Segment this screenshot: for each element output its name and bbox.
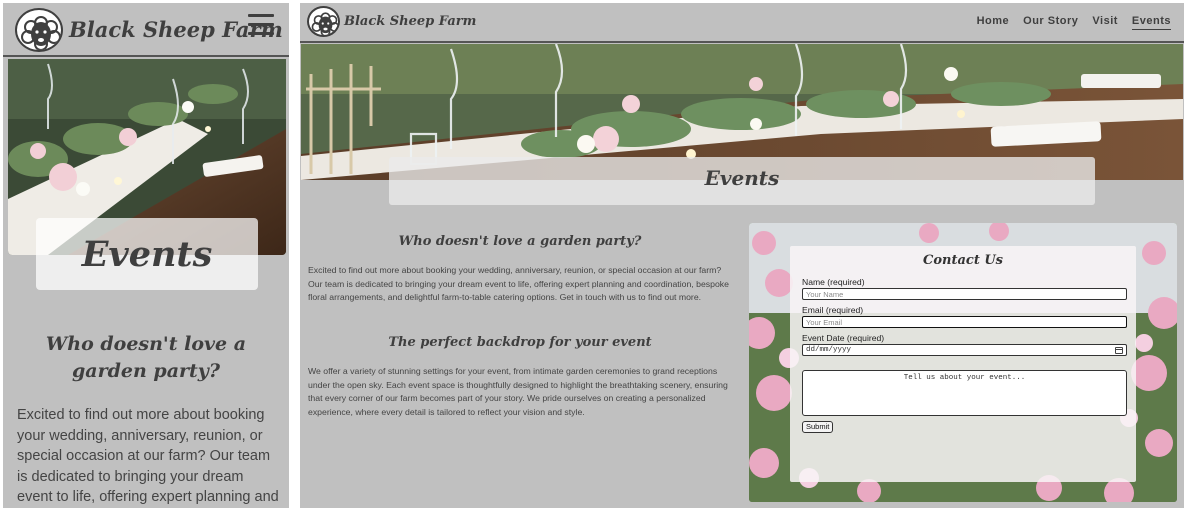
- event-date-field[interactable]: dd/mm/yyyy: [802, 344, 1127, 356]
- hamburger-menu-icon[interactable]: [248, 12, 274, 38]
- submit-button[interactable]: Submit: [802, 421, 834, 433]
- sheep-logo-icon[interactable]: [15, 8, 63, 52]
- desktop-view: Black Sheep Farm Home Our Story Visit Ev…: [300, 3, 1184, 508]
- event-date-label: Event Date (required): [802, 333, 885, 343]
- nav-home[interactable]: Home: [977, 15, 1010, 30]
- hero-title-overlay: Events: [389, 157, 1095, 205]
- contact-section: Contact Us Name (required) Email (requir…: [749, 223, 1177, 502]
- event-date-value: dd/mm/yyyy: [806, 346, 852, 354]
- page-title: Events: [704, 166, 780, 190]
- nav-visit[interactable]: Visit: [1092, 15, 1118, 30]
- contact-title: Contact Us: [923, 253, 1003, 268]
- nav-events[interactable]: Events: [1131, 15, 1171, 30]
- calendar-icon[interactable]: [1115, 347, 1123, 354]
- backdrop-paragraph: We offer a variety of stunning settings …: [308, 366, 728, 417]
- email-label: Email (required): [802, 305, 864, 315]
- backdrop-heading: The perfect backdrop for your event: [388, 335, 652, 350]
- main-nav: Home Our Story Visit Events: [977, 15, 1171, 30]
- intro-paragraph: Excited to find out more about booking y…: [17, 407, 279, 505]
- intro-heading: Who doesn't love a garden party?: [45, 333, 247, 382]
- sheep-logo-icon[interactable]: [307, 6, 340, 37]
- event-message-field[interactable]: [802, 370, 1127, 416]
- mobile-view: Black Sheep Farm Events Who doesn't love…: [3, 3, 289, 508]
- hero-title-overlay: Events: [36, 218, 258, 290]
- email-field[interactable]: [802, 316, 1127, 328]
- brand-name[interactable]: Black Sheep Farm: [344, 14, 476, 29]
- page-title: Events: [81, 233, 213, 275]
- intro-heading: Who doesn't love a garden party?: [398, 234, 642, 249]
- nav-our-story[interactable]: Our Story: [1023, 15, 1078, 30]
- name-field[interactable]: [802, 288, 1127, 300]
- site-header: Black Sheep Farm Home Our Story Visit Ev…: [300, 3, 1184, 43]
- name-label: Name (required): [802, 277, 865, 287]
- contact-form: Contact Us Name (required) Email (requir…: [790, 246, 1136, 482]
- intro-paragraph: Excited to find out more about booking y…: [308, 265, 729, 303]
- mobile-header: Black Sheep Farm: [3, 3, 289, 57]
